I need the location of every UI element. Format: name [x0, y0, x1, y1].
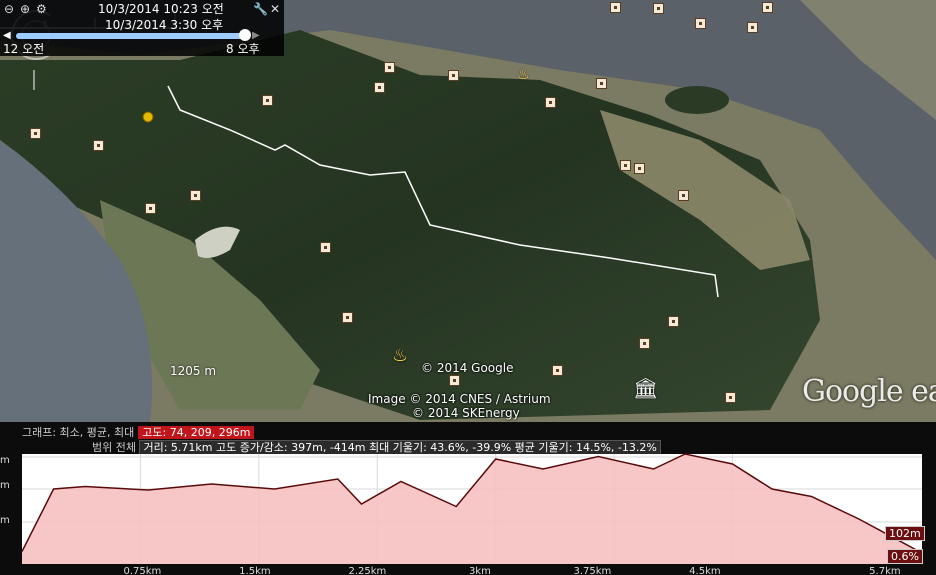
- map-credit: © 2014 Google: [421, 361, 514, 375]
- x-tick-label: 4.5km: [689, 566, 720, 575]
- time-slider-min-label: 12 오전: [3, 42, 45, 56]
- time-slider-max-label: 8 오후: [226, 42, 260, 56]
- zoom-out-icon[interactable]: ⊖: [4, 3, 14, 15]
- graph-stats-prefix: 그래프: 최소, 평균, 최대: [22, 426, 135, 439]
- poi-marker[interactable]: [552, 365, 563, 376]
- elevation-stat: 고도: 74, 209, 296m: [138, 426, 255, 439]
- poi-marker[interactable]: [596, 78, 607, 89]
- google-earth-logo: Google earth: [802, 374, 936, 409]
- end-elevation-badge: 102m: [885, 526, 925, 541]
- x-tick-label: 5.7km: [869, 566, 900, 575]
- temple-icon[interactable]: ♨: [392, 347, 408, 365]
- time-range-end: 10/3/2014 3:30 오후: [105, 18, 224, 32]
- elevation-profile-panel: 그래프: 최소, 평균, 최대 고도: 74, 209, 296m 범위 전체 거…: [0, 422, 936, 575]
- map-credit: © 2014 SKEnergy: [412, 406, 520, 420]
- map-credit: Image © 2014 CNES / Astrium: [368, 392, 551, 406]
- end-grade-badge: 0.6%: [887, 549, 923, 564]
- poi-marker[interactable]: [30, 128, 41, 139]
- elevation-chart[interactable]: 0.75km 1.5km 2.25km 3km 3.75km 4.5km 5.7km: [0, 452, 936, 575]
- poi-marker[interactable]: [190, 190, 201, 201]
- poi-marker[interactable]: [653, 3, 664, 14]
- poi-marker[interactable]: [262, 95, 273, 106]
- poi-marker[interactable]: [545, 97, 556, 108]
- x-tick-label: 3km: [469, 566, 491, 575]
- poi-marker[interactable]: [145, 203, 156, 214]
- time-slider-track[interactable]: [16, 33, 250, 39]
- time-slider-panel: ⊖ ⊕ ⚙ 🔧 ✕ 10/3/2014 10:23 오전 10/3/2014 3…: [0, 0, 284, 56]
- poi-marker[interactable]: [610, 2, 621, 13]
- poi-marker[interactable]: [320, 242, 331, 253]
- y-axis-label: m: [0, 455, 10, 466]
- time-slider-fill: [16, 33, 246, 39]
- x-tick-label: 2.25km: [348, 566, 386, 575]
- temple-icon[interactable]: ♨: [517, 68, 530, 82]
- y-axis-label: m: [0, 480, 10, 491]
- close-icon[interactable]: ✕: [270, 3, 280, 15]
- satellite-imagery: [0, 0, 936, 422]
- poi-marker[interactable]: [639, 338, 650, 349]
- poi-marker[interactable]: [374, 82, 385, 93]
- poi-marker[interactable]: [620, 160, 631, 171]
- poi-marker[interactable]: [725, 392, 736, 403]
- scale-label: 1205 m: [170, 364, 217, 378]
- poi-marker[interactable]: [384, 62, 395, 73]
- poi-marker[interactable]: [695, 18, 706, 29]
- poi-marker[interactable]: [93, 140, 104, 151]
- graph-stats-row: 그래프: 최소, 평균, 최대 고도: 74, 209, 296m: [22, 424, 255, 440]
- poi-marker[interactable]: [342, 312, 353, 323]
- map-view[interactable]: ♨ ♨ 🏛 © 2014 Google Image © 2014 CNES / …: [0, 0, 936, 422]
- poi-marker[interactable]: [449, 375, 460, 386]
- zoom-in-icon[interactable]: ⊕: [20, 3, 30, 15]
- poi-marker[interactable]: [678, 190, 689, 201]
- poi-marker[interactable]: [634, 163, 645, 174]
- poi-marker[interactable]: [668, 316, 679, 327]
- y-axis-label: m: [0, 515, 10, 526]
- x-tick-label: 0.75km: [123, 566, 161, 575]
- x-tick-label: 1.5km: [239, 566, 270, 575]
- time-range-start: 10/3/2014 10:23 오전: [98, 2, 224, 16]
- poi-marker[interactable]: [747, 22, 758, 33]
- x-tick-label: 3.75km: [573, 566, 611, 575]
- wrench-icon[interactable]: 🔧: [253, 3, 268, 15]
- settings-icon[interactable]: ⚙: [36, 3, 47, 15]
- poi-marker[interactable]: [762, 2, 773, 13]
- poi-marker[interactable]: [448, 70, 459, 81]
- museum-icon[interactable]: 🏛: [633, 378, 658, 398]
